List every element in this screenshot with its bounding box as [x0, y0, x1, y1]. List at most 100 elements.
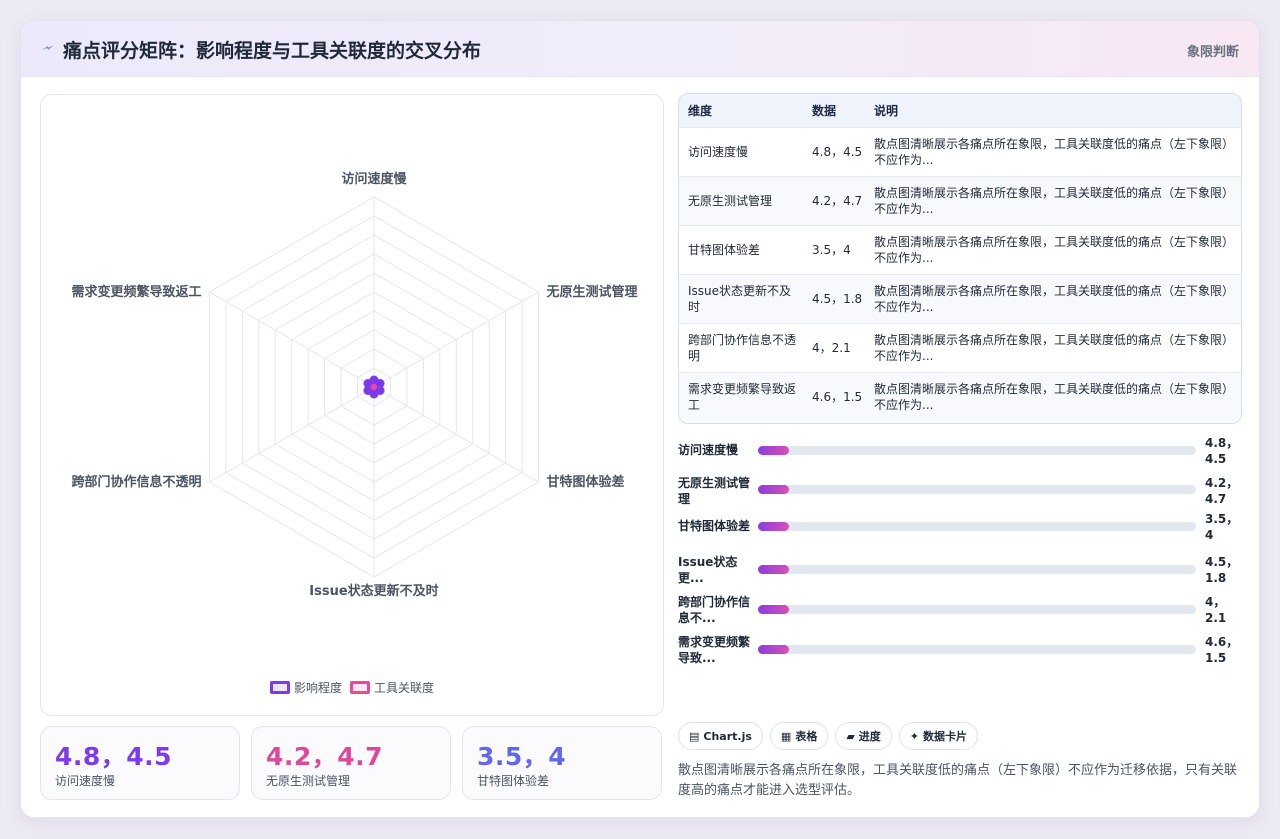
main-card: 痛点评分矩阵：影响程度与工具关联度的交叉分布 象限判断 访问速度慢 无原生测试管理…	[20, 20, 1260, 818]
cell-data: 4.6，1.5	[812, 389, 863, 404]
radar-axis-label: 甘特图体验差	[547, 474, 625, 490]
progress-fill	[758, 522, 789, 531]
legend-label-relevance: 工具关联度	[374, 680, 435, 695]
kpi-card: 3.5，4 甘特图体验差	[462, 726, 662, 800]
radar-chart: 访问速度慢无原生测试管理甘特图体验差 Issue状态更新不及时 跨部门协作信息不透明…	[71, 171, 638, 599]
radar-axis-label: 跨部门协作信息不透明	[71, 474, 201, 490]
tag-label: Chart.js	[703, 729, 752, 743]
progress-track	[758, 645, 1196, 654]
progress-fill	[758, 565, 789, 574]
chart-legend: 影响程度 工具关联度	[41, 678, 663, 696]
kpi-label: 无原生测试管理	[266, 774, 351, 788]
progress-fill	[758, 605, 789, 614]
cell-data: 4.5，1.8	[812, 291, 863, 306]
cell-dimension: 甘特图体验差	[688, 242, 761, 257]
progress-row: Issue状态更... 4.5，1.8	[678, 554, 1242, 590]
column-header-data: 数据	[812, 103, 837, 118]
progress-fill	[758, 446, 789, 455]
tag-label: 表格	[795, 730, 818, 743]
cell-description: 散点图清晰展示各痛点所在象限，工具关联度低的痛点（左下象限）不应作为...	[874, 234, 1235, 265]
table-row: 无原生测试管理 4.2，4.7 散点图清晰展示各痛点所在象限，工具关联度低的痛点…	[679, 176, 1241, 225]
table-row: 跨部门协作信息不透明 4，2.1 散点图清晰展示各痛点所在象限，工具关联度低的痛…	[679, 323, 1241, 372]
progress-track	[758, 446, 1196, 455]
progress-label: 甘特图体验差	[678, 519, 751, 533]
radar-axis-label: 需求变更频繁导致返工	[71, 284, 201, 300]
cell-data: 4.2，4.7	[812, 193, 863, 208]
table-row: 甘特图体验差 3.5，4 散点图清晰展示各痛点所在象限，工具关联度低的痛点（左下…	[679, 225, 1241, 274]
radar-axis-label: Issue状态更新不及时	[309, 583, 438, 599]
summary-note: 散点图清晰展示各痛点所在象限，工具关联度低的痛点（左下象限）不应作为迁移依据，只…	[678, 763, 1238, 798]
cell-dimension: 跨部门协作信息不透明	[688, 332, 797, 363]
table-header-row: 维度 数据 说明	[679, 94, 1241, 127]
progress-track	[758, 485, 1196, 494]
progress-fill	[758, 645, 789, 654]
tag-label: 数据卡片	[923, 730, 968, 743]
kpi-label: 访问速度慢	[55, 774, 116, 788]
tech-tags: ▤ Chart.js ▦ 表格 ▰ 进度 ✦ 数据卡片	[678, 722, 979, 750]
legend-swatch-relevance	[350, 680, 370, 694]
cell-dimension: 无原生测试管理	[688, 193, 773, 208]
sparkle-icon: ✦	[909, 729, 920, 743]
progress-label: 需求变更频繁导致...	[678, 635, 751, 665]
progress-track	[758, 522, 1196, 531]
lightning-icon	[42, 45, 54, 50]
progress-label: 跨部门协作信息不...	[678, 595, 751, 625]
progress-row: 甘特图体验差 3.5，4	[678, 512, 1242, 551]
kpi-card: 4.8，4.5 访问速度慢	[40, 726, 240, 800]
table-icon: ▦	[780, 729, 792, 743]
progress-row: 访问速度慢 4.8，4.5	[678, 436, 1242, 475]
progress-label: Issue状态更...	[678, 555, 738, 585]
progress-value: 4.5，1.8	[1205, 555, 1239, 585]
progress-row: 无原生测试管理 4.2，4.7	[678, 475, 1242, 511]
kpi-value: 4.2，4.7	[266, 742, 384, 771]
radar-center-marker	[371, 384, 377, 390]
progress-value: 4，2.1	[1205, 595, 1227, 625]
cell-data: 3.5，4	[812, 242, 851, 257]
cell-dimension: 访问速度慢	[688, 144, 749, 159]
progress-value: 4.2，4.7	[1205, 476, 1239, 506]
tag-table[interactable]: ▦ 表格	[769, 722, 829, 750]
kpi-value: 4.8，4.5	[55, 742, 173, 771]
table-row: 访问速度慢 4.8，4.5 散点图清晰展示各痛点所在象限，工具关联度低的痛点（左…	[679, 127, 1241, 176]
radar-chart-panel: 访问速度慢无原生测试管理 甘特图体验差 Issue状态更新不及时 跨部门协作信息不透明…	[40, 94, 664, 716]
cell-dimension: 需求变更频繁导致返工	[688, 381, 797, 412]
kpi-value: 3.5，4	[477, 742, 567, 771]
legend-item-impact[interactable]: 影响程度	[269, 678, 342, 696]
cell-description: 散点图清晰展示各痛点所在象限，工具关联度低的痛点（左下象限）不应作为...	[874, 381, 1235, 412]
progress-track	[758, 605, 1196, 614]
cell-description: 散点图清晰展示各痛点所在象限，工具关联度低的痛点（左下象限）不应作为...	[874, 332, 1235, 363]
legend-label-impact: 影响程度	[293, 680, 342, 695]
progress-fill	[758, 485, 789, 494]
radar-axis-label: 访问速度慢	[341, 171, 407, 187]
progress-value: 3.5，4	[1205, 512, 1239, 542]
column-header-dimension: 维度	[688, 103, 713, 118]
column-header-description: 说明	[874, 103, 899, 118]
cell-data: 4，2.1	[812, 340, 851, 355]
cell-description: 散点图清晰展示各痛点所在象限，工具关联度低的痛点（左下象限）不应作为...	[874, 283, 1235, 314]
tag-data-cards[interactable]: ✦ 数据卡片	[898, 722, 979, 750]
progress-value: 4.6，1.5	[1205, 635, 1239, 665]
legend-swatch-impact	[269, 680, 290, 694]
tag-progress[interactable]: ▰ 进度	[835, 722, 892, 750]
header-bar: 痛点评分矩阵：影响程度与工具关联度的交叉分布 象限判断	[21, 21, 1259, 77]
table-row: Issue状态更新不及时 4.5，1.8 散点图清晰展示各痛点所在象限，工具关联…	[679, 274, 1241, 323]
cell-dimension: Issue状态更新不及时	[688, 283, 792, 314]
table-row: 需求变更频繁导致返工 4.6，1.5 散点图清晰展示各痛点所在象限，工具关联度低…	[679, 372, 1241, 421]
progress-label: 无原生测试管理	[678, 476, 751, 506]
progress-label: 访问速度慢	[678, 443, 739, 457]
legend-item-relevance[interactable]: 工具关联度	[350, 678, 434, 696]
kpi-card: 4.2，4.7 无原生测试管理	[251, 726, 451, 800]
tag-chartjs[interactable]: ▤ Chart.js	[678, 722, 763, 750]
progress-value: 4.8，4.5	[1205, 436, 1239, 466]
quadrant-badge: 象限判断	[1186, 45, 1239, 60]
tag-label: 进度	[858, 730, 881, 743]
progress-row: 需求变更频繁导致... 4.6，1.5	[678, 634, 1242, 670]
progress-row: 跨部门协作信息不... 4，2.1	[678, 594, 1242, 630]
cell-description: 散点图清晰展示各痛点所在象限，工具关联度低的痛点（左下象限）不应作为...	[874, 136, 1235, 167]
cell-description: 散点图清晰展示各痛点所在象限，工具关联度低的痛点（左下象限）不应作为...	[874, 185, 1235, 216]
kpi-label: 甘特图体验差	[477, 774, 550, 788]
cell-data: 4.8，4.5	[812, 144, 863, 159]
progress-track	[758, 565, 1196, 574]
chart-icon: ▤	[689, 729, 700, 743]
radar-axis-label: 无原生测试管理	[546, 284, 638, 300]
